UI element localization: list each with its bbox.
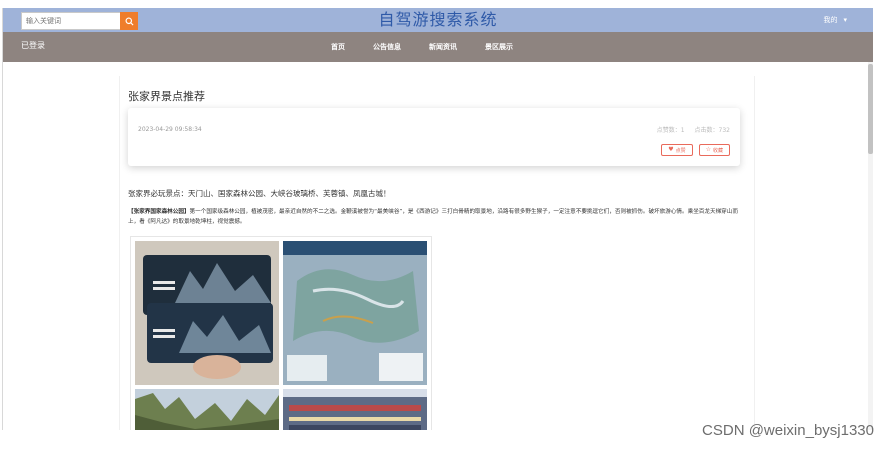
search-button[interactable] (120, 12, 138, 30)
view-count: 点击数：732 (694, 127, 730, 134)
like-button-label: 点赞 (675, 147, 686, 154)
article-content: 张家界景点推荐 2023-04-29 09:58:34 点赞数：1 点击数：73… (119, 76, 755, 430)
logo: 已登录 (21, 41, 45, 50)
photo-building (283, 389, 427, 430)
article-stats: 点赞数：1 点击数：732 (657, 125, 730, 134)
action-buttons: ♥ 点赞 ☆ 收藏 (661, 144, 730, 156)
star-icon: ☆ (705, 146, 711, 153)
nav-menu: 首页 公告信息 新闻资讯 景区展示 (331, 32, 541, 62)
photo-mountains (135, 389, 279, 430)
chevron-down-icon: ▾ (843, 16, 847, 24)
publish-time: 2023-04-29 09:58:34 (138, 126, 202, 133)
info-card: 2023-04-29 09:58:34 点赞数：1 点击数：732 ♥ 点赞 ☆… (128, 108, 740, 166)
search-box (21, 12, 138, 30)
nav-item-news[interactable]: 新闻资讯 (429, 32, 457, 62)
nav-item-home[interactable]: 首页 (331, 32, 345, 62)
heart-icon: ♥ (668, 146, 674, 153)
paragraph-text: 第一个国家级森林公园，植被茂密，最亲近自然的不二之选。金鞭溪被誉为“最美峡谷”，… (128, 209, 738, 225)
collect-button[interactable]: ☆ 收藏 (698, 144, 730, 156)
search-input[interactable] (21, 12, 120, 30)
user-menu-label: 我的 (823, 16, 838, 24)
photo-map (283, 241, 427, 385)
like-button[interactable]: ♥ 点赞 (661, 144, 693, 156)
scrollbar-thumb[interactable] (868, 64, 873, 154)
photo-tickets (135, 241, 279, 385)
search-icon (124, 16, 134, 26)
photo-gallery (130, 236, 432, 430)
app-frame: 自驾游搜索系统 我的 ▾ 已登录 首页 公告信息 新闻资讯 景区展示 张家界景点… (2, 8, 873, 430)
article-intro: 张家界必玩景点：天门山、国家森林公园、大峡谷玻璃桥、芙蓉镇、凤凰古城！ (128, 189, 391, 198)
watermark: CSDN @weixin_bysj1330 (702, 422, 874, 439)
top-bar: 自驾游搜索系统 我的 ▾ (3, 8, 873, 32)
nav-item-scenic[interactable]: 景区展示 (485, 32, 513, 62)
nav-bar: 已登录 首页 公告信息 新闻资讯 景区展示 (3, 32, 873, 62)
like-count: 点赞数：1 (656, 127, 685, 134)
nav-item-notices[interactable]: 公告信息 (373, 32, 401, 62)
page-title: 张家界景点推荐 (128, 90, 205, 103)
paragraph-heading: 【张家界国家森林公园】 (128, 209, 190, 215)
user-menu[interactable]: 我的 ▾ (823, 15, 847, 25)
article-paragraph: 【张家界国家森林公园】第一个国家级森林公园，植被茂密，最亲近自然的不二之选。金鞭… (128, 207, 748, 227)
collect-button-label: 收藏 (712, 147, 723, 154)
